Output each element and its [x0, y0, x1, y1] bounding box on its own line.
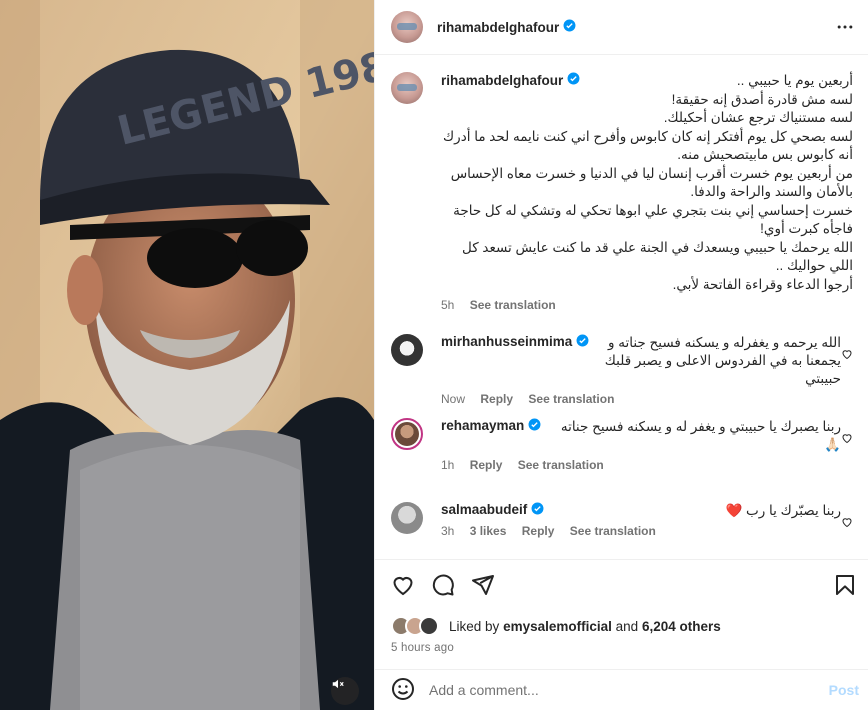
comment-like-heart-icon[interactable] — [841, 348, 853, 363]
post-comment-button[interactable]: Post — [829, 682, 859, 698]
verified-badge-icon — [531, 502, 544, 518]
liked-by: Liked by emysalemofficial and 6,204 othe… — [391, 616, 721, 636]
commenter-avatar[interactable] — [391, 418, 423, 450]
see-translation-button[interactable]: See translation — [528, 392, 614, 406]
author-avatar[interactable] — [391, 11, 423, 43]
commenter-avatar[interactable] — [391, 334, 423, 366]
comment-time[interactable]: 1h — [441, 458, 454, 472]
liked-by-user[interactable]: emysalemofficial — [503, 619, 612, 634]
comment-text: الله يرحمه و يغفرله و يسكنه فسيح جناته و… — [604, 335, 841, 386]
caption-see-translation[interactable]: See translation — [470, 298, 556, 312]
share-icon[interactable] — [471, 573, 495, 600]
comment-meta: Now Reply See translation — [441, 392, 841, 406]
commenter-username[interactable]: mirhanhusseinmima — [441, 334, 572, 349]
verified-badge-icon — [576, 334, 589, 350]
post-details-pane: rihamabdelghafour rihamabdelghafour أربعي… — [374, 0, 868, 710]
comment-meta: 1h Reply See translation — [441, 458, 841, 472]
comment-body: mirhanhusseinmima الله يرحمه و يغفرله و … — [441, 334, 841, 406]
liked-by-avatars[interactable] — [391, 616, 441, 636]
comment-body: salmaabudeif ربنا يصبّرك يا رب ❤️ 3h 3 l… — [441, 502, 841, 538]
comments-scroll-area[interactable]: rihamabdelghafour أربعين يوم يا حبيبي .. … — [375, 56, 868, 559]
commenter-username[interactable]: salmaabudeif — [441, 502, 527, 517]
commenter-username[interactable]: rehamayman — [441, 418, 524, 433]
reply-button[interactable]: Reply — [470, 458, 503, 472]
comment-like-heart-icon[interactable] — [841, 516, 853, 531]
emoji-icon[interactable] — [391, 677, 415, 704]
caption-text: rihamabdelghafour أربعين يوم يا حبيبي .. … — [441, 72, 853, 294]
comment-likes-count[interactable]: 3 likes — [470, 524, 507, 538]
liked-by-others[interactable]: 6,204 others — [642, 619, 721, 634]
post-photo: LEGEND 1982 — [0, 0, 374, 710]
comment-icon[interactable] — [431, 573, 455, 600]
comment-text: ربنا يصبّرك يا رب ❤️ — [725, 503, 842, 518]
comment-meta: 3h 3 likes Reply See translation — [441, 524, 841, 538]
bookmark-icon[interactable] — [833, 573, 857, 600]
verified-badge-icon — [563, 19, 576, 35]
comment-text: ربنا يصبرك يا حبيبتي و يغفر له و يسكنه ف… — [560, 419, 841, 452]
post-header: rihamabdelghafour — [375, 0, 868, 55]
see-translation-button[interactable]: See translation — [570, 524, 656, 538]
comment-time[interactable]: 3h — [441, 524, 454, 538]
author-avatar[interactable] — [391, 72, 423, 104]
reply-button[interactable]: Reply — [522, 524, 555, 538]
comment-composer: Post — [375, 669, 868, 710]
liked-by-and: and — [615, 618, 639, 634]
caption-username[interactable]: rihamabdelghafour — [441, 72, 563, 91]
mute-button[interactable] — [331, 677, 359, 705]
post-media[interactable]: LEGEND 1982 — [0, 0, 374, 710]
verified-badge-icon — [567, 72, 580, 91]
verified-badge-icon — [528, 418, 541, 434]
commenter-avatar[interactable] — [391, 502, 423, 534]
post-time-ago[interactable]: 5 hours ago — [391, 642, 454, 654]
comment-time[interactable]: Now — [441, 392, 465, 406]
caption-body: rihamabdelghafour أربعين يوم يا حبيبي .. … — [441, 72, 853, 312]
see-translation-button[interactable]: See translation — [518, 458, 604, 472]
caption-time[interactable]: 5h — [441, 298, 454, 312]
caption-content: أربعين يوم يا حبيبي .. لسه مش قادرة أصدق… — [443, 73, 853, 292]
instagram-post-modal: LEGEND 1982 rihamabdelghafour rihamabdel… — [0, 0, 868, 710]
caption-meta: 5h See translation — [441, 298, 853, 312]
comment-like-heart-icon[interactable] — [841, 432, 853, 447]
comment-body: rehamayman ربنا يصبرك يا حبيبتي و يغفر ل… — [441, 418, 841, 472]
liked-by-prefix: Liked by — [449, 618, 500, 634]
heart-icon[interactable] — [391, 573, 415, 600]
more-horizontal-icon[interactable] — [835, 17, 855, 40]
author-username[interactable]: rihamabdelghafour — [437, 20, 559, 35]
post-actions: Liked by emysalemofficial and 6,204 othe… — [375, 559, 868, 669]
add-comment-input[interactable] — [429, 682, 829, 698]
reply-button[interactable]: Reply — [480, 392, 513, 406]
